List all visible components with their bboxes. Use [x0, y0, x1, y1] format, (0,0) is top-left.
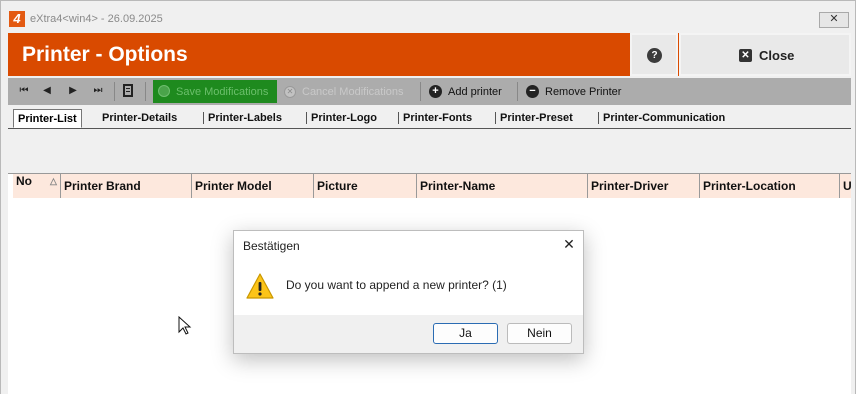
tab-divider [398, 112, 399, 124]
save-label: Save Modifications [176, 86, 269, 98]
sort-asc-icon: △ [50, 176, 57, 186]
title-bar: 4 eXtra4<win4> - 26.09.2025 ✕ [1, 1, 855, 33]
tab-divider [203, 112, 204, 124]
dialog-footer: Ja Nein [234, 315, 583, 353]
toolbar-divider [114, 82, 115, 101]
remove-printer-button[interactable]: Remove Printer [545, 86, 621, 98]
column-printer-model[interactable]: Printer Model [192, 174, 314, 198]
dialog-title: Bestätigen [243, 239, 300, 253]
add-icon: + [429, 85, 442, 98]
window-title: eXtra4<win4> - 26.09.2025 [30, 13, 163, 25]
tab-divider [306, 112, 307, 124]
column-printer-brand[interactable]: Printer Brand [61, 174, 192, 198]
tab-printer-list[interactable]: Printer-List [13, 109, 82, 128]
next-record-icon[interactable]: ▶ [66, 84, 80, 98]
cancel-icon: ✕ [284, 86, 296, 98]
page-header: Printer - Options ? ✕ Close [8, 33, 851, 76]
warning-icon [246, 273, 274, 299]
column-printer-location[interactable]: Printer-Location [700, 174, 840, 198]
tab-printer-preset[interactable]: Printer-Preset [500, 112, 573, 124]
tab-printer-labels[interactable]: Printer-Labels [208, 112, 282, 124]
tab-bar: Printer-List Printer-Details Printer-Lab… [8, 109, 851, 129]
first-record-icon[interactable]: ⏮ [17, 84, 31, 98]
toolbar: ⏮ ◀ ▶ ⏭ Save Modifications ✕ Cancel Modi… [8, 78, 851, 105]
tab-divider [495, 112, 496, 124]
last-record-icon[interactable]: ⏭ [91, 84, 105, 98]
dialog-message: Do you want to append a new printer? (1) [286, 278, 507, 292]
column-printer-name[interactable]: Printer-Name [417, 174, 588, 198]
tab-printer-logo[interactable]: Printer-Logo [311, 112, 377, 124]
close-icon: ✕ [739, 49, 752, 62]
yes-button[interactable]: Ja [433, 323, 498, 344]
close-button[interactable]: ✕ Close [679, 33, 851, 76]
cancel-modifications-button[interactable]: Cancel Modifications [302, 86, 404, 98]
save-modifications-button[interactable]: Save Modifications [153, 80, 277, 103]
previous-record-icon[interactable]: ◀ [40, 84, 54, 98]
grid-header: No △ Printer Brand Printer Model Picture … [8, 173, 851, 199]
column-no[interactable]: No △ [13, 174, 61, 198]
filter-area [8, 129, 851, 173]
document-icon[interactable] [123, 84, 133, 97]
app-logo-icon: 4 [9, 11, 25, 27]
tab-printer-fonts[interactable]: Printer-Fonts [403, 112, 472, 124]
save-icon [158, 85, 170, 97]
toolbar-divider [145, 82, 146, 101]
remove-icon: − [526, 85, 539, 98]
confirm-dialog: Bestätigen ✕ Do you want to append a new… [233, 230, 584, 354]
help-icon: ? [647, 48, 662, 63]
dialog-close-icon[interactable]: ✕ [561, 236, 577, 252]
column-printer-driver[interactable]: Printer-Driver [588, 174, 700, 198]
mouse-cursor-icon [178, 316, 192, 335]
tab-divider [598, 112, 599, 124]
column-label: No [16, 174, 32, 188]
tab-printer-communication[interactable]: Printer-Communication [603, 112, 725, 124]
tab-printer-details[interactable]: Printer-Details [102, 112, 177, 124]
page-title: Printer - Options [22, 43, 188, 66]
column-picture[interactable]: Picture [314, 174, 417, 198]
no-button[interactable]: Nein [507, 323, 572, 344]
column-u[interactable]: U [840, 174, 851, 198]
help-button[interactable]: ? [630, 33, 678, 76]
window-close-button[interactable]: ✕ [819, 12, 849, 28]
toolbar-divider [420, 82, 421, 101]
add-printer-button[interactable]: Add printer [448, 86, 502, 98]
close-label: Close [759, 48, 795, 63]
toolbar-divider [517, 82, 518, 101]
